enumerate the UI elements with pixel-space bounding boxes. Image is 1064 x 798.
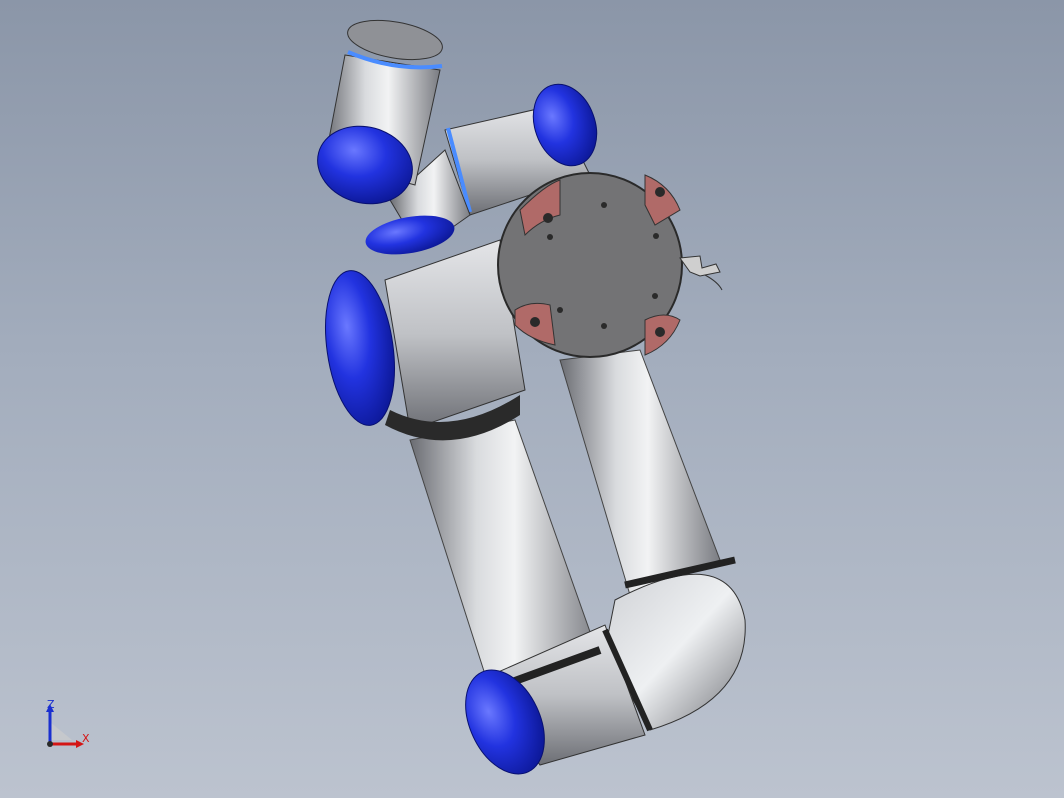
- cad-viewport[interactable]: Z X: [0, 0, 1064, 798]
- forearm-link[interactable]: [559, 349, 721, 596]
- robot-arm-model[interactable]: [0, 0, 1064, 798]
- tool-flange[interactable]: [497, 172, 723, 358]
- z-axis-label: Z: [47, 698, 55, 711]
- elbow-upper-joint[interactable]: [316, 239, 526, 441]
- flange-connector: [679, 255, 721, 277]
- x-axis-label: X: [82, 732, 90, 745]
- coordinate-triad-icon: Z X: [38, 696, 98, 756]
